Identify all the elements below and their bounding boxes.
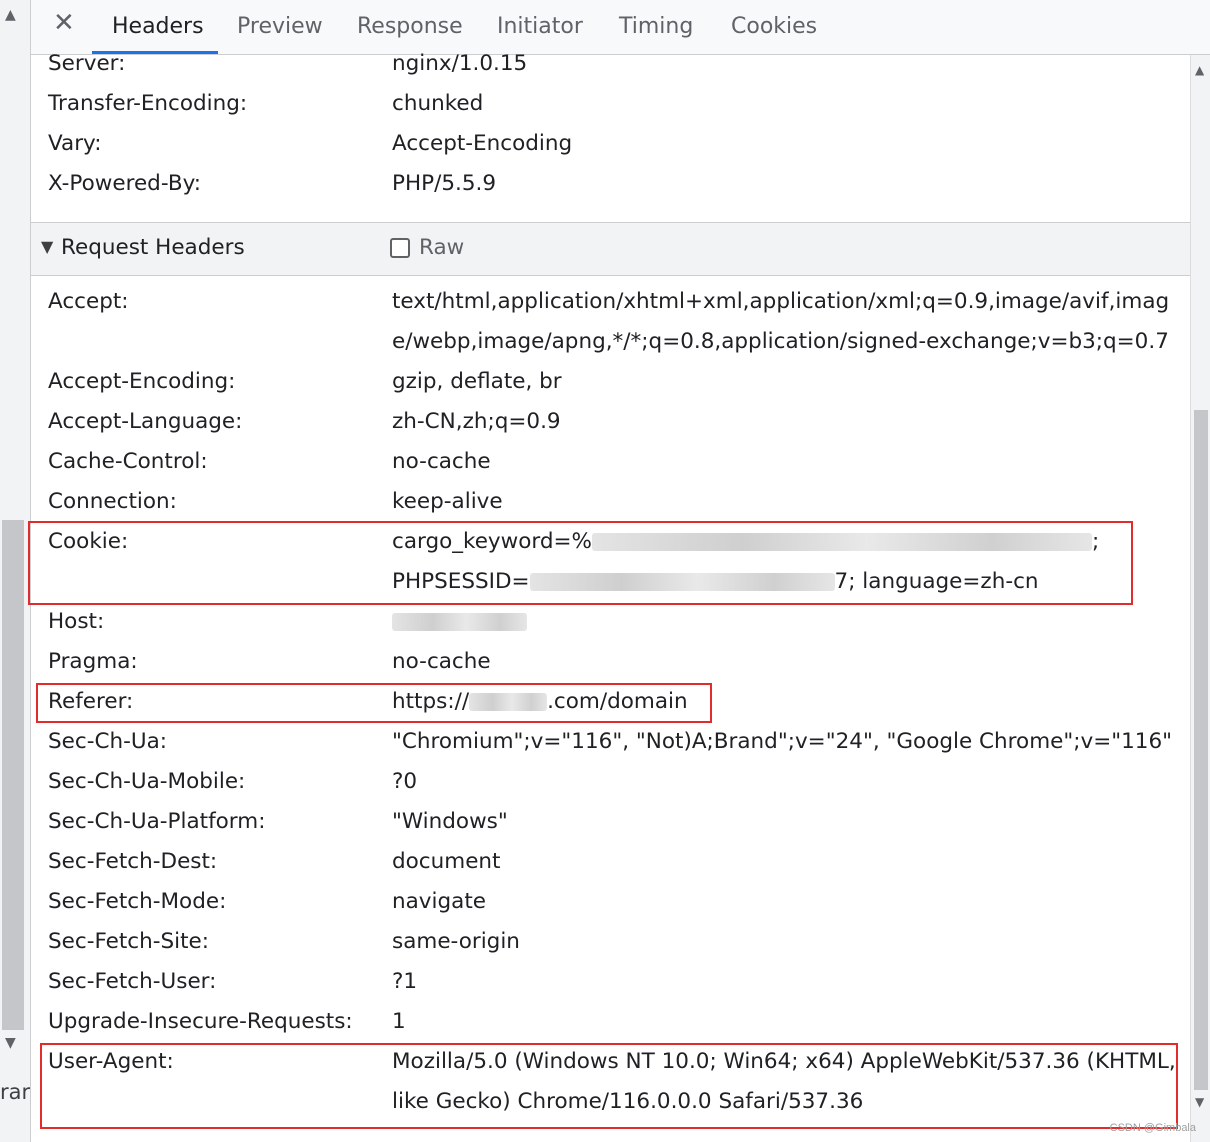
raw-checkbox[interactable] xyxy=(390,238,410,258)
tab-preview[interactable]: Preview xyxy=(237,14,323,39)
header-value: keep-alive xyxy=(392,489,503,514)
header-key: Referer: xyxy=(48,689,134,714)
left-scrollbar-thumb[interactable] xyxy=(2,520,24,1030)
header-key: Pragma: xyxy=(48,649,138,674)
cookie-line2-suffix: 7; language=zh-cn xyxy=(834,569,1039,594)
header-key: Vary: xyxy=(48,131,102,156)
header-value: zh-CN,zh;q=0.9 xyxy=(392,409,561,434)
header-value: PHP/5.5.9 xyxy=(392,171,497,196)
redacted-blur xyxy=(469,693,548,711)
tab-initiator[interactable]: Initiator xyxy=(497,14,583,39)
header-key: Upgrade-Insecure-Requests: xyxy=(48,1009,353,1034)
header-key: X-Powered-By: xyxy=(48,171,201,196)
scroll-down-arrow-icon[interactable]: ▼ xyxy=(5,1036,16,1050)
header-value: nginx/1.0.15 xyxy=(392,51,528,76)
tab-timing[interactable]: Timing xyxy=(619,14,693,39)
header-value: navigate xyxy=(392,889,486,914)
redacted-blur xyxy=(529,573,835,591)
header-key: Sec-Fetch-User: xyxy=(48,969,217,994)
referer-prefix: https:// xyxy=(392,689,470,714)
header-key: Accept-Language: xyxy=(48,409,243,434)
raw-label[interactable]: Raw xyxy=(419,235,464,260)
header-value: Mozilla/5.0 (Windows NT 10.0; Win64; x64… xyxy=(392,1049,1176,1114)
header-key: Accept-Encoding: xyxy=(48,369,236,394)
request-headers-section-header[interactable]: ▼ Request Headers Raw xyxy=(31,222,1190,276)
header-key: Server: xyxy=(48,51,126,76)
referer-suffix: .com/domain xyxy=(547,689,688,714)
header-key: Connection: xyxy=(48,489,177,514)
header-key: Transfer-Encoding: xyxy=(48,91,248,116)
watermark: CSDN @Gimbala xyxy=(1109,1122,1196,1134)
scroll-down-arrow-icon[interactable]: ▼ xyxy=(1195,1095,1204,1109)
left-panel-text-fragment: rar xyxy=(0,1080,31,1104)
headers-content: Server: nginx/1.0.15 Transfer-Encoding: … xyxy=(28,51,1190,1142)
cookie-line1-suffix: ; xyxy=(1091,529,1100,554)
tab-response[interactable]: Response xyxy=(357,14,463,39)
header-key: Sec-Ch-Ua-Platform: xyxy=(48,809,266,834)
tab-cookies[interactable]: Cookies xyxy=(731,14,817,39)
header-value: ?0 xyxy=(392,769,418,794)
cookie-line1-prefix: cargo_keyword=% xyxy=(392,529,592,554)
header-value: "Windows" xyxy=(392,809,508,834)
header-value: cargo_keyword=%; PHPSESSID= 7; language=z… xyxy=(392,522,1187,602)
right-scrollbar-thumb[interactable] xyxy=(1194,410,1208,1090)
redacted-blur xyxy=(591,533,1092,551)
header-value: gzip, deflate, br xyxy=(392,369,562,394)
header-value: same-origin xyxy=(392,929,520,954)
header-value: https:// .com/domain xyxy=(392,682,1187,722)
header-key: Host: xyxy=(48,609,105,634)
close-icon[interactable]: ✕ xyxy=(53,10,75,36)
header-value: "Chromium";v="116", "Not)A;Brand";v="24"… xyxy=(392,729,1173,754)
header-key: Cache-Control: xyxy=(48,449,208,474)
header-key: User-Agent: xyxy=(48,1049,174,1074)
header-key: Sec-Fetch-Dest: xyxy=(48,849,218,874)
scroll-up-arrow-icon[interactable]: ▲ xyxy=(5,8,16,22)
right-scrollbar[interactable]: ▲ ▼ xyxy=(1190,55,1210,1142)
header-key: Sec-Fetch-Mode: xyxy=(48,889,227,914)
header-value: ?1 xyxy=(392,969,418,994)
header-value: no-cache xyxy=(392,649,491,674)
header-value: text/html,application/xhtml+xml,applicat… xyxy=(392,289,1170,354)
header-value: Accept-Encoding xyxy=(392,131,573,156)
header-key: Sec-Ch-Ua: xyxy=(48,729,168,754)
left-panel-strip: ▲ ▼ rar xyxy=(0,0,31,1142)
header-value: document xyxy=(392,849,501,874)
header-key: Sec-Ch-Ua-Mobile: xyxy=(48,769,246,794)
header-value: 1 xyxy=(392,1009,406,1034)
header-key: Sec-Fetch-Site: xyxy=(48,929,210,954)
tab-headers[interactable]: Headers xyxy=(112,14,204,39)
header-key: Cookie: xyxy=(48,529,129,554)
header-value: chunked xyxy=(392,91,484,116)
redacted-blur xyxy=(392,613,527,631)
section-title: Request Headers xyxy=(61,235,245,260)
cookie-line2-prefix: PHPSESSID= xyxy=(392,569,530,594)
scroll-up-arrow-icon[interactable]: ▲ xyxy=(1195,63,1204,77)
header-value: no-cache xyxy=(392,449,491,474)
collapse-triangle-icon[interactable]: ▼ xyxy=(41,237,53,256)
header-key: Accept: xyxy=(48,289,129,314)
header-value xyxy=(392,602,1187,642)
